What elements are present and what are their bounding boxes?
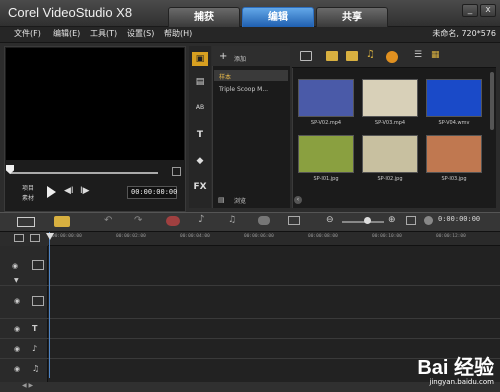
watermark: Bai 经验 jingyan.baidu.com bbox=[417, 358, 494, 386]
browse-icon[interactable]: ▤ bbox=[218, 196, 225, 204]
media-thumbnail-label: SP-V04.wmv bbox=[438, 120, 470, 126]
sound-mixer-icon[interactable]: ♪ bbox=[198, 214, 204, 225]
mode-clip[interactable]: 素材 bbox=[22, 193, 34, 202]
media-thumbnail[interactable] bbox=[298, 79, 354, 117]
track-divider bbox=[0, 285, 500, 286]
media-library bbox=[292, 46, 496, 208]
player-timecode[interactable]: 00:00:00:00 bbox=[127, 186, 177, 199]
tab-share[interactable]: 共享 bbox=[316, 7, 388, 27]
media-thumbnail-label: SP-I03.jpg bbox=[441, 176, 467, 182]
tab-edit[interactable]: 编辑 bbox=[242, 7, 314, 27]
close-button[interactable]: x bbox=[480, 4, 496, 17]
ruler-label: 00:00:00:00 bbox=[52, 234, 82, 239]
zoom-out-icon[interactable]: ⊖ bbox=[326, 215, 334, 225]
enlarge-icon[interactable] bbox=[172, 167, 181, 176]
expand-track-icon[interactable]: ▼ bbox=[14, 277, 19, 284]
prev-frame-icon[interactable]: ◀I bbox=[64, 186, 74, 196]
app-title: Corel VideoStudio X8 bbox=[8, 5, 133, 20]
video-filter-icon[interactable] bbox=[326, 51, 338, 61]
add-icon[interactable]: + bbox=[219, 51, 227, 62]
instant-project-icon[interactable]: ▤ bbox=[192, 75, 208, 89]
overlay-track-icon[interactable] bbox=[32, 296, 44, 306]
subtitle-editor-icon[interactable] bbox=[288, 216, 300, 225]
overlay-track-visibility-icon[interactable]: ◉ bbox=[14, 297, 20, 305]
chapter-point-icon[interactable] bbox=[30, 234, 40, 242]
menu-settings[interactable]: 设置(S) bbox=[127, 28, 154, 39]
title-track-icon[interactable]: T bbox=[32, 324, 37, 333]
video-track-icon[interactable] bbox=[32, 260, 44, 270]
zoom-in-icon[interactable]: ⊕ bbox=[388, 215, 396, 225]
track-manager-icon[interactable] bbox=[14, 234, 24, 242]
transition-icon[interactable]: AB bbox=[192, 101, 208, 115]
media-thumbnail[interactable] bbox=[362, 79, 418, 117]
fit-timeline-icon[interactable] bbox=[406, 216, 416, 225]
track-divider bbox=[0, 338, 500, 339]
scrubber-track[interactable] bbox=[10, 172, 158, 174]
playhead-line[interactable] bbox=[49, 232, 50, 378]
graphics-icon[interactable]: ◆ bbox=[192, 154, 208, 168]
project-info: 未命名, 720*576 bbox=[432, 29, 496, 38]
ruler-label: 00:00:08:00 bbox=[308, 234, 338, 239]
ruler-label: 00:00:06:00 bbox=[244, 234, 274, 239]
ruler-label: 00:00:02:00 bbox=[116, 234, 146, 239]
ruler-label: 00:00:04:00 bbox=[180, 234, 210, 239]
media-thumbnail-label: SP-V02.mp4 bbox=[310, 120, 342, 126]
track-divider bbox=[0, 318, 500, 319]
redo-icon[interactable]: ↷ bbox=[134, 215, 142, 226]
mode-project[interactable]: 项目 bbox=[22, 183, 34, 192]
title-icon[interactable]: T bbox=[192, 128, 208, 142]
add-folder-label[interactable]: 添加 bbox=[234, 54, 246, 63]
timeline-view-icon[interactable] bbox=[54, 216, 70, 227]
scroll-left-icon[interactable]: ◀ ▶ bbox=[22, 382, 33, 389]
sort-icon[interactable] bbox=[386, 51, 398, 63]
music-track-icon[interactable]: ♫ bbox=[32, 364, 39, 373]
media-thumbnail-label: SP-I02.jpg bbox=[377, 176, 403, 182]
media-thumbnail[interactable] bbox=[426, 135, 482, 173]
photo-filter-icon[interactable] bbox=[346, 51, 358, 61]
menu-tools[interactable]: 工具(T) bbox=[90, 28, 117, 39]
tab-capture[interactable]: 捕获 bbox=[168, 7, 240, 27]
minimize-button[interactable]: _ bbox=[462, 4, 478, 17]
music-track-visibility-icon[interactable]: ◉ bbox=[14, 365, 20, 373]
list-view-icon[interactable]: ☰ bbox=[414, 50, 422, 60]
menu-edit[interactable]: 编辑(E) bbox=[53, 28, 80, 39]
preview-window bbox=[6, 48, 184, 160]
media-thumbnail[interactable] bbox=[298, 135, 354, 173]
video-track-visibility-icon[interactable]: ◉ bbox=[12, 262, 18, 270]
undo-icon[interactable]: ↶ bbox=[104, 215, 112, 226]
title-track-visibility-icon[interactable]: ◉ bbox=[14, 325, 20, 333]
folder-triple-scoop[interactable]: Triple Scoop M... bbox=[219, 86, 268, 93]
library-scrollbar[interactable] bbox=[490, 72, 494, 130]
media-thumbnail-label: SP-I01.jpg bbox=[313, 176, 339, 182]
folder-sample[interactable]: 样本 bbox=[219, 72, 231, 81]
folder-icon[interactable] bbox=[300, 51, 312, 61]
voice-track-icon[interactable]: ♪ bbox=[32, 344, 37, 353]
timecode-clock-icon[interactable] bbox=[424, 216, 433, 225]
ruler-label: 00:00:12:00 bbox=[436, 234, 466, 239]
zoom-slider[interactable] bbox=[342, 221, 384, 223]
audio-filter-icon[interactable]: ♫ bbox=[366, 49, 375, 60]
media-thumbnail[interactable] bbox=[426, 79, 482, 117]
menu-file[interactable]: 文件(F) bbox=[14, 28, 41, 39]
zoom-slider-handle[interactable] bbox=[364, 217, 371, 224]
ruler-label: 00:00:10:00 bbox=[372, 234, 402, 239]
next-frame-icon[interactable]: I▶ bbox=[80, 186, 90, 196]
media-thumbnail[interactable] bbox=[362, 135, 418, 173]
media-icon[interactable]: ▣ bbox=[192, 52, 208, 66]
storyboard-view-icon[interactable] bbox=[17, 217, 35, 227]
collapse-icon[interactable]: ‹ bbox=[294, 196, 302, 204]
motion-tracking-icon[interactable] bbox=[258, 216, 270, 225]
record-capture-icon[interactable] bbox=[166, 216, 180, 226]
timeline-timecode[interactable]: 0:00:00:00 bbox=[438, 215, 480, 223]
watermark-logo: Bai 经验 bbox=[417, 357, 494, 379]
auto-music-icon[interactable]: ♫ bbox=[228, 215, 236, 225]
browse-label[interactable]: 浏览 bbox=[234, 196, 246, 205]
watermark-url: jingyan.baidu.com bbox=[429, 378, 494, 386]
thumbnail-view-icon[interactable]: ▦ bbox=[431, 50, 440, 60]
play-icon[interactable] bbox=[47, 186, 56, 198]
filter-icon[interactable]: FX bbox=[192, 180, 208, 194]
menu-help[interactable]: 帮助(H) bbox=[164, 28, 192, 39]
voice-track-visibility-icon[interactable]: ◉ bbox=[14, 345, 20, 353]
media-thumbnail-label: SP-V03.mp4 bbox=[374, 120, 406, 126]
